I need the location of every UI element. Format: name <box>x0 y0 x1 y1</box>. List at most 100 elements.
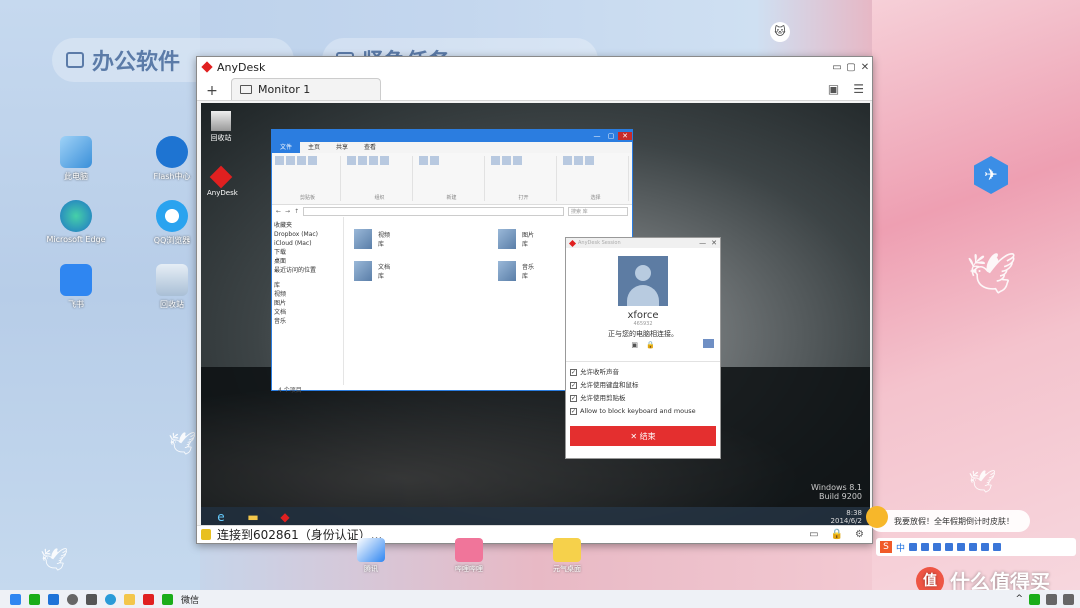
nav-item[interactable]: 桌面 <box>274 257 341 266</box>
option-keyboard-mouse[interactable]: ✓ 允许使用键盘和鼠标 <box>570 379 716 392</box>
monitor-icon[interactable]: ▭ <box>809 529 818 540</box>
tab-share[interactable]: 共享 <box>328 142 356 153</box>
desktop-icon-recycle-bin[interactable]: 回收站 <box>142 264 202 310</box>
maximize-icon[interactable]: ▢ <box>844 62 858 73</box>
checkbox[interactable]: ✓ <box>570 382 577 389</box>
nav-item[interactable]: 库 <box>274 281 341 290</box>
ime-language[interactable]: 中 <box>896 541 905 554</box>
option-clipboard[interactable]: ✓ 允许使用剪贴板 <box>570 392 716 405</box>
tab-monitor[interactable]: Monitor 1 <box>231 78 381 100</box>
remote-clock[interactable]: 8:38 2014/6/2 <box>831 509 870 525</box>
actions-icon[interactable]: ▣ <box>828 82 839 96</box>
option-block-input[interactable]: ✓ Allow to block keyboard and mouse <box>570 405 716 418</box>
nav-item[interactable]: 收藏夹 <box>274 221 341 230</box>
explorer-titlebar[interactable]: — ▢ ✕ <box>272 130 632 142</box>
nav-item[interactable]: 文档 <box>274 308 341 317</box>
desktop-icon-this-pc[interactable]: 此电脑 <box>46 136 106 182</box>
minimize-icon[interactable]: — <box>590 132 604 140</box>
anydesk-icon[interactable] <box>143 593 154 605</box>
remote-screen[interactable]: 回收站 AnyDesk — ▢ ✕ 文件 主页 共享 查看 剪贴板 组织 新建 … <box>201 103 870 527</box>
ie-icon[interactable]: e <box>207 508 235 526</box>
desktop-icon-qq-browser[interactable]: QQ浏览器 <box>142 200 202 246</box>
desktop-icon-feishu[interactable]: 飞书 <box>46 264 106 310</box>
up-icon[interactable]: ↑ <box>294 208 299 215</box>
dialog-titlebar[interactable]: AnyDesk Session — ✕ <box>566 238 720 248</box>
checkbox[interactable]: ✓ <box>570 408 577 415</box>
end-session-button[interactable]: ✕ 结束 <box>570 426 716 446</box>
network-icon[interactable] <box>1046 593 1057 605</box>
microphone-icon[interactable] <box>921 543 930 551</box>
back-icon[interactable]: ← <box>276 208 281 215</box>
chevron-up-icon[interactable]: ^ <box>1015 594 1023 604</box>
close-icon[interactable]: ✕ <box>618 132 632 140</box>
task-view-icon[interactable] <box>86 593 97 605</box>
file-item[interactable]: 文档库 <box>354 257 478 285</box>
desktop-icon-flash[interactable]: Flash中心 <box>142 136 202 182</box>
settings-icon[interactable]: ⚙ <box>855 529 864 540</box>
ime-toolbar[interactable]: S 中 <box>876 538 1076 556</box>
tab-view[interactable]: 查看 <box>356 142 384 153</box>
chat-icon[interactable] <box>703 339 714 348</box>
checkbox[interactable]: ✓ <box>570 369 577 376</box>
remote-icon-anydesk[interactable]: AnyDesk <box>207 165 238 197</box>
folder-icon[interactable] <box>124 593 135 605</box>
tray-app-icon[interactable] <box>1029 593 1040 605</box>
desktop-icon-tencent[interactable]: 腾讯 <box>346 538 396 574</box>
file-item[interactable]: 视频库 <box>354 225 478 253</box>
punctuation-icon[interactable] <box>909 543 918 551</box>
edge-icon[interactable] <box>105 593 116 605</box>
anydesk-icon[interactable]: ◆ <box>271 508 299 526</box>
desktop-icon-bilibili[interactable]: 哔哩哔哩 <box>444 538 494 574</box>
wechat-label[interactable]: 微信 <box>181 593 199 606</box>
file-name: 音乐 <box>522 264 535 271</box>
windows-build: Build 9200 <box>819 492 862 501</box>
nav-item[interactable]: iCloud (Mac) <box>274 239 341 248</box>
volume-icon[interactable] <box>1063 593 1074 605</box>
close-icon[interactable]: ✕ <box>858 62 872 73</box>
user-icon[interactable] <box>981 543 990 551</box>
nav-item[interactable]: 下载 <box>274 248 341 257</box>
search-input[interactable]: 搜索 库 <box>568 206 628 216</box>
nav-item[interactable]: 最近访问的位置 <box>274 266 341 275</box>
forward-icon[interactable]: → <box>285 208 290 215</box>
monitor-icon[interactable]: ▣ <box>631 341 638 349</box>
more-icon[interactable] <box>993 543 1002 551</box>
keyboard-icon[interactable] <box>933 543 942 551</box>
anydesk-window[interactable]: AnyDesk ▭ ▢ ✕ + Monitor 1 ▣ ☰ 回收站 AnyDes… <box>196 56 873 544</box>
wechat-icon[interactable] <box>162 593 173 605</box>
skin-notification[interactable]: 我要放假！全年假期倒计时皮肤！ <box>866 506 1030 532</box>
new-tab-button[interactable]: + <box>203 82 221 100</box>
start-icon[interactable] <box>48 593 59 605</box>
sogou-icon[interactable]: S <box>880 541 892 553</box>
emoji-icon[interactable] <box>945 543 954 551</box>
tab-home[interactable]: 主页 <box>300 142 328 153</box>
checkbox[interactable]: ✓ <box>570 395 577 402</box>
folder-icon[interactable]: ▬ <box>239 508 267 526</box>
anydesk-session-dialog[interactable]: AnyDesk Session — ✕ xforce 465932 正与您的电脑相… <box>565 237 721 459</box>
skin-icon[interactable] <box>957 543 966 551</box>
feishu-icon[interactable] <box>10 593 21 605</box>
minimize-icon[interactable]: ▭ <box>830 62 844 73</box>
search-icon[interactable] <box>67 593 78 605</box>
wechat-tray-icon[interactable] <box>29 593 40 605</box>
tab-file[interactable]: 文件 <box>272 142 301 153</box>
toolbox-icon[interactable] <box>969 543 978 551</box>
menu-icon[interactable]: ☰ <box>853 82 864 96</box>
nav-item[interactable]: 音乐 <box>274 317 341 326</box>
lock-icon[interactable]: 🔒 <box>646 341 655 349</box>
close-icon[interactable]: ✕ <box>711 239 717 247</box>
desktop-icon-edge[interactable]: Microsoft Edge <box>46 200 106 244</box>
anydesk-titlebar[interactable]: AnyDesk ▭ ▢ ✕ <box>197 57 872 77</box>
tab-label: Monitor 1 <box>258 83 311 96</box>
cat-widget-icon[interactable]: 🐱 <box>770 22 790 42</box>
nav-item[interactable]: 图片 <box>274 299 341 308</box>
minimize-icon[interactable]: — <box>699 239 706 247</box>
desktop-icon-yuanqi[interactable]: 元气桌面 <box>542 538 592 574</box>
nav-item[interactable]: 视频 <box>274 290 341 299</box>
lock-icon[interactable]: 🔒 <box>831 529 843 540</box>
option-sound[interactable]: ✓ 允许收听声音 <box>570 366 716 379</box>
address-bar[interactable] <box>303 206 564 216</box>
nav-item[interactable]: Dropbox (Mac) <box>274 230 341 239</box>
maximize-icon[interactable]: ▢ <box>604 132 618 140</box>
remote-icon-recycle-bin[interactable]: 回收站 <box>207 111 235 143</box>
